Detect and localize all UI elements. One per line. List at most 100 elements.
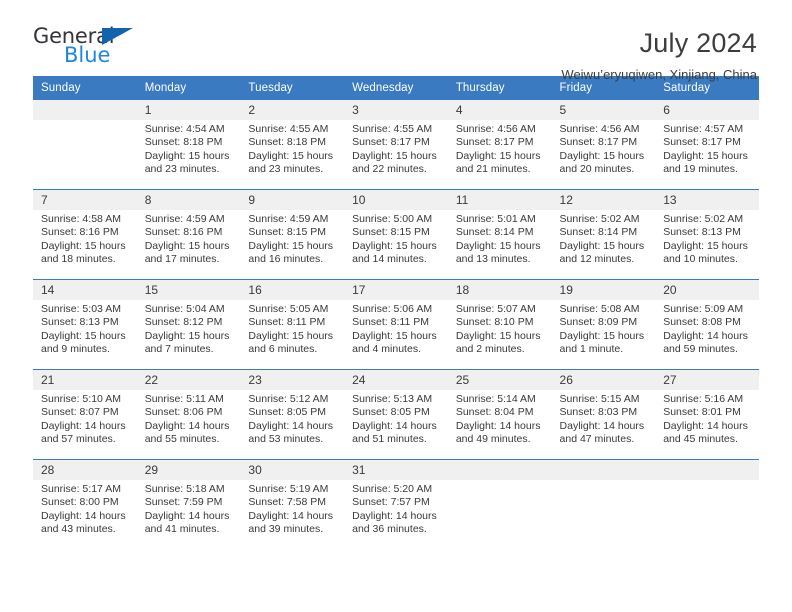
calendar-day-cell[interactable]: 15 Sunrise: 5:04 AM Sunset: 8:12 PM Dayligh… [136,279,241,370]
day-cell-inner: 13 Sunrise: 5:02 AM Sunset: 8:13 PM Dayligh… [655,190,759,279]
sunset-text: Sunset: 8:05 PM [352,406,430,419]
calendar-day-cell[interactable]: 13 Sunrise: 5:02 AM Sunset: 8:13 PM Dayligh… [655,189,759,280]
day-number: 3 [344,100,448,120]
sunset-text: Sunset: 8:17 PM [352,136,430,149]
title-block: July 2024 Weiwu’eryuqiwen, Xinjiang, Chi… [561,26,757,83]
calendar-day-cell[interactable]: 16 Sunrise: 5:05 AM Sunset: 8:11 PM Dayligh… [240,279,345,370]
calendar-day-cell[interactable]: 11 Sunrise: 5:01 AM Sunset: 8:14 PM Dayligh… [447,189,552,280]
daylight-text: Daylight: 15 hours and 23 minutes. [248,149,334,176]
calendar-day-cell[interactable]: 26 Sunrise: 5:15 AM Sunset: 8:03 PM Dayligh… [551,369,656,460]
sunrise-text: Sunrise: 5:06 AM [352,303,433,315]
calendar-day-cell[interactable]: 12 Sunrise: 5:02 AM Sunset: 8:14 PM Dayligh… [551,189,656,280]
calendar-day-cell[interactable]: 22 Sunrise: 5:11 AM Sunset: 8:06 PM Dayligh… [136,369,241,460]
calendar-grid: Sunday Monday Tuesday Wednesday Thursday Frid… [33,76,759,549]
calendar-day-cell[interactable]: 8 Sunrise: 4:59 AM Sunset: 8:16 PM Daylight… [136,189,241,280]
day-cell-inner: 15 Sunrise: 5:04 AM Sunset: 8:12 PM Dayligh… [136,280,241,369]
day-number: 14 [33,280,137,300]
day-sun-info: Sunrise: 5:18 AM Sunset: 7:59 PM Daylight:… [137,480,241,537]
calendar-day-cell[interactable]: 1 Sunrise: 4:54 AM Sunset: 8:18 PM Daylight… [136,100,241,190]
day-cell-inner [447,460,552,549]
calendar-day-cell[interactable]: 31 Sunrise: 5:20 AM Sunset: 7:57 PM Dayligh… [344,459,448,549]
calendar-day-cell[interactable]: 18 Sunrise: 5:07 AM Sunset: 8:10 PM Dayligh… [447,279,552,370]
sunrise-text: Sunrise: 4:59 AM [248,213,329,225]
day-cell-inner: 20 Sunrise: 5:09 AM Sunset: 8:08 PM Dayligh… [655,280,759,369]
day-number [33,100,137,120]
calendar-day-cell[interactable]: 10 Sunrise: 5:00 AM Sunset: 8:15 PM Dayligh… [344,189,448,280]
day-sun-info: Sunrise: 5:16 AM Sunset: 8:01 PM Daylight:… [655,390,759,447]
day-cell-inner [655,460,759,549]
sunrise-text: Sunrise: 5:08 AM [559,303,640,315]
day-cell-inner: 31 Sunrise: 5:20 AM Sunset: 7:57 PM Dayligh… [344,460,448,549]
day-cell-inner: 27 Sunrise: 5:16 AM Sunset: 8:01 PM Dayligh… [655,370,759,459]
day-sun-info: Sunrise: 5:01 AM Sunset: 8:14 PM Daylight:… [448,210,552,267]
daylight-text: Daylight: 15 hours and 10 minutes. [663,239,748,266]
day-number: 28 [33,460,137,480]
sunrise-text: Sunrise: 5:09 AM [663,303,744,315]
calendar-day-cell[interactable]: 17 Sunrise: 5:06 AM Sunset: 8:11 PM Dayligh… [344,279,448,370]
daylight-text: Daylight: 14 hours and 59 minutes. [663,329,748,356]
daylight-text: Daylight: 15 hours and 20 minutes. [559,149,645,176]
daylight-text: Daylight: 14 hours and 41 minutes. [144,509,230,536]
calendar-day-cell[interactable]: 24 Sunrise: 5:13 AM Sunset: 8:05 PM Dayligh… [344,369,448,460]
daylight-text: Daylight: 14 hours and 36 minutes. [352,509,437,536]
daylight-text: Daylight: 14 hours and 53 minutes. [248,419,334,446]
daylight-text: Daylight: 14 hours and 49 minutes. [455,419,541,446]
day-sun-info: Sunrise: 5:07 AM Sunset: 8:10 PM Daylight:… [448,300,552,357]
day-number: 31 [344,460,448,480]
calendar-day-cell[interactable]: 28 Sunrise: 5:17 AM Sunset: 8:00 PM Dayligh… [33,459,137,549]
day-cell-inner: 16 Sunrise: 5:05 AM Sunset: 8:11 PM Dayligh… [240,280,345,369]
daylight-text: Daylight: 15 hours and 9 minutes. [41,329,126,356]
day-cell-inner: 14 Sunrise: 5:03 AM Sunset: 8:13 PM Dayligh… [33,280,137,369]
calendar-day-cell[interactable]: 5 Sunrise: 4:56 AM Sunset: 8:17 PM Daylight… [551,100,656,190]
day-cell-inner [551,460,656,549]
calendar-day-cell[interactable]: 19 Sunrise: 5:08 AM Sunset: 8:09 PM Dayligh… [551,279,656,370]
sunset-text: Sunset: 8:01 PM [663,406,741,419]
calendar-week-row: 28 Sunrise: 5:17 AM Sunset: 8:00 PM Dayligh… [33,459,759,549]
calendar-day-cell[interactable]: 23 Sunrise: 5:12 AM Sunset: 8:05 PM Dayligh… [240,369,345,460]
day-sun-info: Sunrise: 5:09 AM Sunset: 8:08 PM Daylight:… [655,300,759,357]
calendar-day-cell[interactable]: 14 Sunrise: 5:03 AM Sunset: 8:13 PM Dayligh… [33,279,137,370]
calendar-day-cell[interactable]: 2 Sunrise: 4:55 AM Sunset: 8:18 PM Daylight… [240,100,345,190]
weekday-header-thursday: Thursday [447,76,552,100]
day-cell-inner: 21 Sunrise: 5:10 AM Sunset: 8:07 PM Dayligh… [33,370,137,459]
daylight-text: Daylight: 15 hours and 13 minutes. [455,239,541,266]
day-cell-inner: 2 Sunrise: 4:55 AM Sunset: 8:18 PM Daylight… [240,100,345,189]
calendar-day-cell[interactable]: 30 Sunrise: 5:19 AM Sunset: 7:58 PM Dayligh… [240,459,345,549]
daylight-text: Daylight: 15 hours and 14 minutes. [352,239,437,266]
day-sun-info: Sunrise: 5:12 AM Sunset: 8:05 PM Daylight:… [240,390,344,447]
sunrise-text: Sunrise: 5:01 AM [455,213,536,225]
sunset-text: Sunset: 8:11 PM [352,316,429,329]
general-blue-logo[interactable]: General Blue [33,26,137,72]
weekday-header-sunday: Sunday [33,76,137,100]
calendar-day-cell[interactable]: 9 Sunrise: 4:59 AM Sunset: 8:15 PM Daylight… [240,189,345,280]
day-number: 12 [551,190,656,210]
calendar-day-cell[interactable]: 25 Sunrise: 5:14 AM Sunset: 8:04 PM Dayligh… [447,369,552,460]
day-cell-inner: 19 Sunrise: 5:08 AM Sunset: 8:09 PM Dayligh… [551,280,656,369]
calendar-day-cell[interactable]: 3 Sunrise: 4:55 AM Sunset: 8:17 PM Daylight… [344,100,448,190]
sunrise-text: Sunrise: 5:02 AM [559,213,640,225]
sunrise-text: Sunrise: 5:11 AM [144,393,224,405]
page-subtitle: Weiwu’eryuqiwen, Xinjiang, China [561,67,757,83]
day-number: 2 [240,100,345,120]
sunrise-text: Sunrise: 5:19 AM [248,483,329,495]
day-number [551,460,656,480]
calendar-day-cell[interactable]: 29 Sunrise: 5:18 AM Sunset: 7:59 PM Dayligh… [136,459,241,549]
day-number: 11 [447,190,552,210]
day-sun-info: Sunrise: 4:57 AM Sunset: 8:17 PM Daylight:… [655,120,759,177]
sunrise-text: Sunrise: 5:05 AM [248,303,329,315]
day-cell-inner: 11 Sunrise: 5:01 AM Sunset: 8:14 PM Dayligh… [447,190,552,279]
day-sun-info: Sunrise: 5:04 AM Sunset: 8:12 PM Daylight:… [137,300,241,357]
calendar-day-cell[interactable]: 7 Sunrise: 4:58 AM Sunset: 8:16 PM Daylight… [33,189,137,280]
calendar-day-cell[interactable]: 27 Sunrise: 5:16 AM Sunset: 8:01 PM Dayligh… [655,369,759,460]
calendar-day-cell[interactable]: 21 Sunrise: 5:10 AM Sunset: 8:07 PM Dayligh… [33,369,137,460]
calendar-day-cell[interactable]: 20 Sunrise: 5:09 AM Sunset: 8:08 PM Dayligh… [655,279,759,370]
day-sun-info: Sunrise: 4:59 AM Sunset: 8:15 PM Daylight:… [240,210,344,267]
day-number: 27 [655,370,759,390]
daylight-text: Daylight: 14 hours and 43 minutes. [41,509,126,536]
logo-text-blue: Blue [64,43,111,67]
calendar-day-cell[interactable]: 6 Sunrise: 4:57 AM Sunset: 8:17 PM Daylight… [655,100,759,190]
day-cell-inner: 6 Sunrise: 4:57 AM Sunset: 8:17 PM Daylight… [655,100,759,189]
calendar-day-cell[interactable]: 4 Sunrise: 4:56 AM Sunset: 8:17 PM Daylight… [447,100,552,190]
sunrise-text: Sunrise: 4:59 AM [144,213,225,225]
calendar-page: General Blue July 2024 Weiwu’eryuqiwen, … [0,0,792,612]
